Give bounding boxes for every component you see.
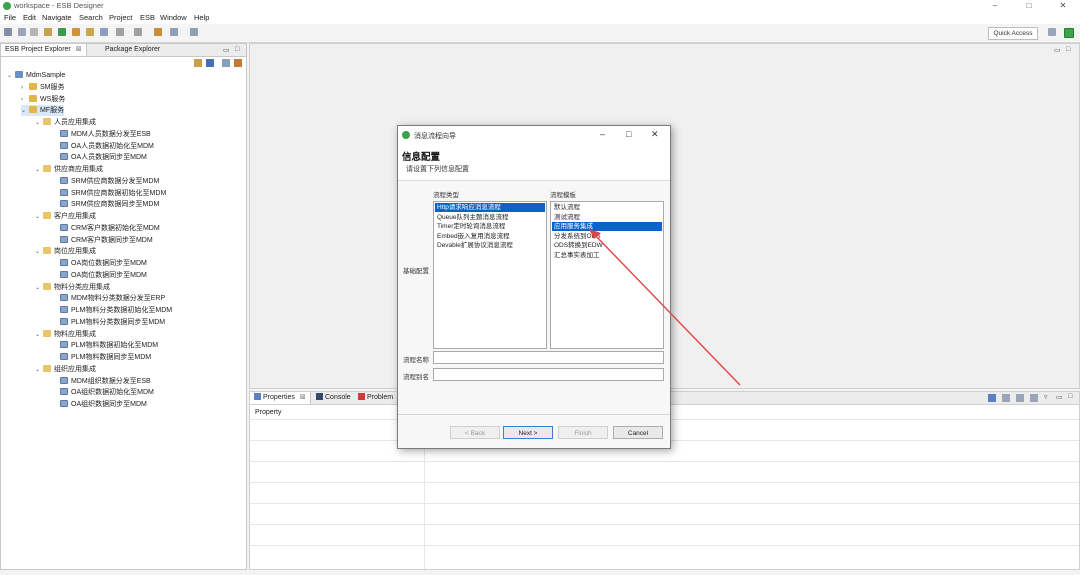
annotation-arrow — [589, 229, 741, 386]
